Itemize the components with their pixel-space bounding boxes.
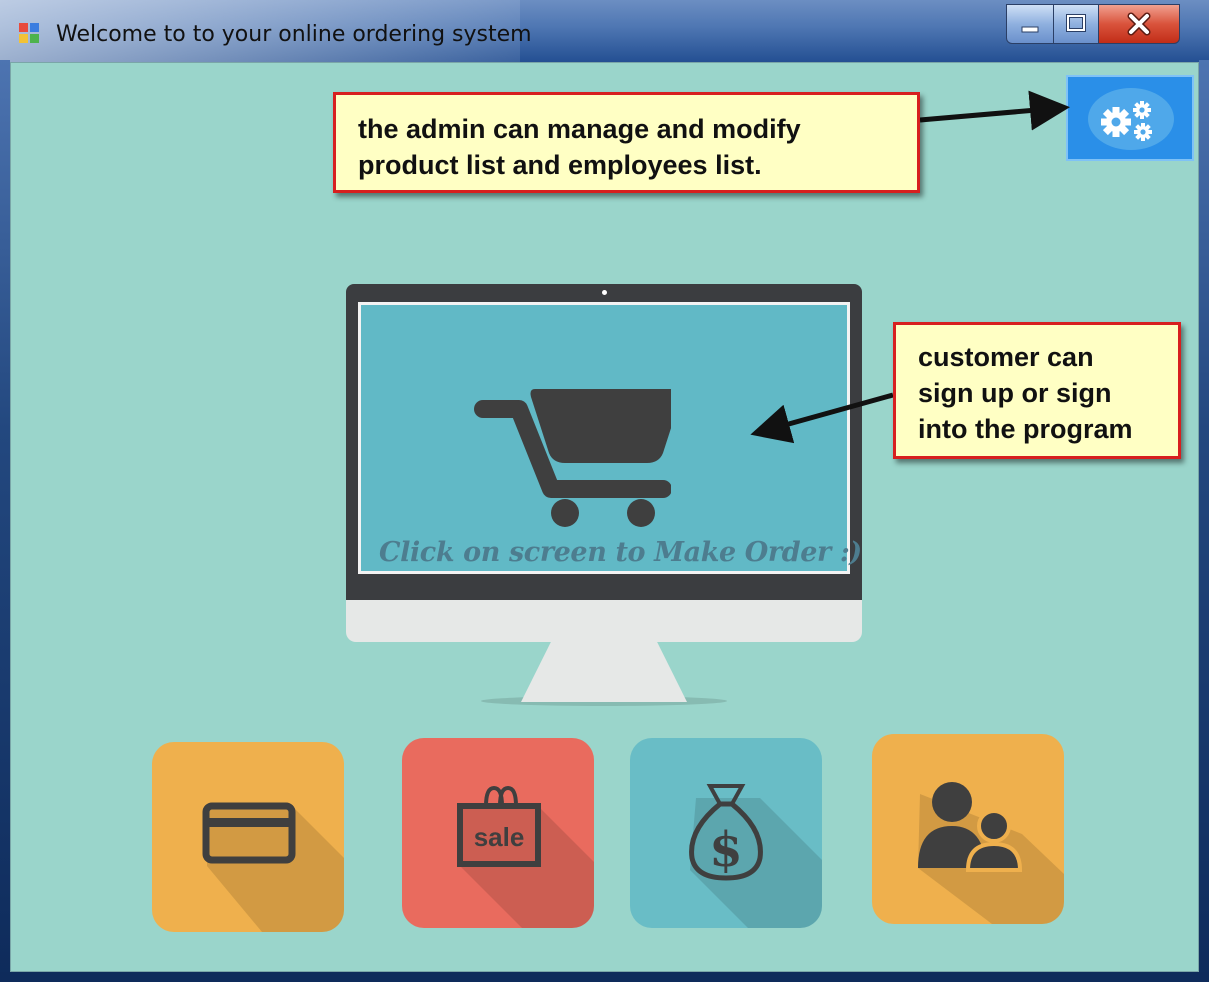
credit-card-tile[interactable]	[152, 742, 344, 932]
customer-callout: customer can sign up or sign into the pr…	[893, 322, 1181, 459]
money-tile[interactable]: $	[630, 738, 822, 928]
customer-callout-line: sign up or sign	[918, 378, 1112, 408]
admin-callout: the admin can manage and modify product …	[333, 92, 920, 193]
money-bag-icon: $	[689, 784, 822, 928]
credit-card-icon	[202, 802, 344, 932]
admin-callout-line: product list and employees list.	[358, 150, 762, 180]
admin-callout-line: the admin can manage and modify	[358, 114, 801, 144]
customer-callout-line: customer can	[918, 342, 1094, 372]
application-window: Welcome to to your online ordering syste…	[0, 0, 1209, 982]
admin-arrow	[919, 90, 1070, 131]
users-tile[interactable]	[872, 734, 1064, 924]
customer-arrow	[750, 392, 894, 444]
sale-tag-text: sale	[474, 822, 525, 852]
sale-tile[interactable]: sale	[402, 738, 594, 928]
sale-bag-icon: sale	[457, 785, 594, 928]
customer-callout-line: into the program	[918, 414, 1133, 444]
dollar-symbol: $	[709, 822, 742, 878]
users-icon	[918, 782, 1064, 924]
